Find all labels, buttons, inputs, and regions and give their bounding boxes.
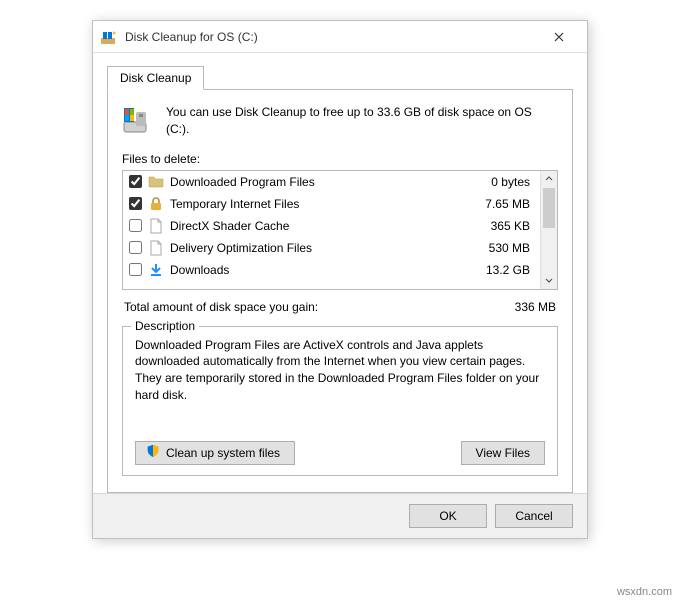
window-title: Disk Cleanup for OS (C:) bbox=[125, 30, 539, 44]
scroll-up-icon[interactable] bbox=[541, 171, 557, 188]
list-item[interactable]: DirectX Shader Cache 365 KB bbox=[123, 215, 540, 237]
list-item[interactable]: Temporary Internet Files 7.65 MB bbox=[123, 193, 540, 215]
content-area: Disk Cleanup bbox=[93, 53, 587, 493]
file-checkbox[interactable] bbox=[129, 241, 142, 254]
file-size: 0 bytes bbox=[474, 175, 534, 189]
header-row: You can use Disk Cleanup to free up to 3… bbox=[122, 104, 558, 138]
file-size: 530 MB bbox=[474, 241, 534, 255]
file-checkbox[interactable] bbox=[129, 219, 142, 232]
list-item[interactable]: Delivery Optimization Files 530 MB bbox=[123, 237, 540, 259]
file-size: 365 KB bbox=[474, 219, 534, 233]
watermark: wsxdn.com bbox=[617, 586, 672, 598]
list-item[interactable]: Downloads 13.2 GB bbox=[123, 259, 540, 281]
description-text: Downloaded Program Files are ActiveX con… bbox=[135, 337, 545, 404]
scroll-thumb[interactable] bbox=[543, 188, 555, 228]
file-list-rows: Downloaded Program Files 0 bytes Tempora… bbox=[123, 171, 540, 289]
file-name: Temporary Internet Files bbox=[170, 197, 474, 211]
files-to-delete-label: Files to delete: bbox=[122, 152, 558, 166]
total-row: Total amount of disk space you gain: 336… bbox=[124, 300, 556, 314]
ok-label: OK bbox=[439, 509, 456, 523]
bottom-bar: OK Cancel bbox=[93, 493, 587, 538]
ok-button[interactable]: OK bbox=[409, 504, 487, 528]
list-item[interactable]: Downloaded Program Files 0 bytes bbox=[123, 171, 540, 193]
titlebar: Disk Cleanup for OS (C:) bbox=[93, 21, 587, 53]
file-name: Downloads bbox=[170, 263, 474, 277]
file-name: Downloaded Program Files bbox=[170, 175, 474, 189]
cancel-label: Cancel bbox=[515, 509, 552, 523]
folder-icon bbox=[148, 174, 164, 190]
tab-body: You can use Disk Cleanup to free up to 3… bbox=[107, 89, 573, 493]
file-list: Downloaded Program Files 0 bytes Tempora… bbox=[122, 170, 558, 290]
view-files-label: View Files bbox=[476, 446, 530, 460]
file-checkbox[interactable] bbox=[129, 197, 142, 210]
description-legend: Description bbox=[131, 319, 199, 333]
disk-cleanup-dialog: Disk Cleanup for OS (C:) Disk Cleanup bbox=[92, 20, 588, 539]
file-checkbox[interactable] bbox=[129, 175, 142, 188]
lock-icon bbox=[148, 196, 164, 212]
total-value: 336 MB bbox=[515, 300, 556, 314]
fieldset-buttons: Clean up system files View Files bbox=[135, 441, 545, 465]
header-text: You can use Disk Cleanup to free up to 3… bbox=[166, 104, 558, 138]
scrollbar[interactable] bbox=[540, 171, 557, 289]
scroll-down-icon[interactable] bbox=[541, 272, 557, 289]
download-icon bbox=[148, 262, 164, 278]
app-icon bbox=[101, 29, 117, 45]
tab-area: Disk Cleanup bbox=[107, 65, 573, 493]
clean-system-files-button[interactable]: Clean up system files bbox=[135, 441, 295, 465]
close-icon[interactable] bbox=[539, 25, 579, 49]
cancel-button[interactable]: Cancel bbox=[495, 504, 573, 528]
file-name: DirectX Shader Cache bbox=[170, 219, 474, 233]
description-fieldset: Description Downloaded Program Files are… bbox=[122, 326, 558, 476]
tab-disk-cleanup[interactable]: Disk Cleanup bbox=[107, 66, 204, 90]
file-icon bbox=[148, 218, 164, 234]
tab-label: Disk Cleanup bbox=[120, 71, 191, 85]
file-name: Delivery Optimization Files bbox=[170, 241, 474, 255]
file-icon bbox=[148, 240, 164, 256]
clean-system-label: Clean up system files bbox=[166, 446, 280, 460]
view-files-button[interactable]: View Files bbox=[461, 441, 545, 465]
file-size: 13.2 GB bbox=[474, 263, 534, 277]
file-checkbox[interactable] bbox=[129, 263, 142, 276]
shield-icon bbox=[146, 444, 160, 461]
file-size: 7.65 MB bbox=[474, 197, 534, 211]
scroll-track[interactable] bbox=[541, 188, 557, 272]
total-label: Total amount of disk space you gain: bbox=[124, 300, 318, 314]
disk-cleanup-icon bbox=[122, 104, 154, 136]
